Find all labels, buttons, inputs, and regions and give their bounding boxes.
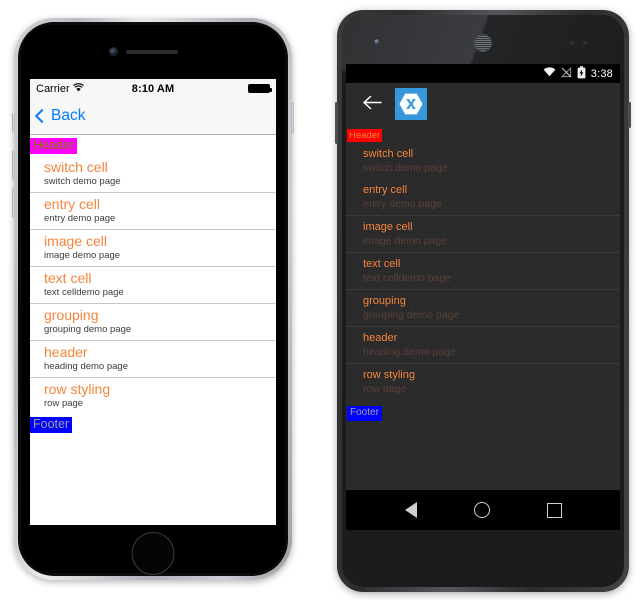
battery-charging-icon — [577, 65, 586, 82]
power-button[interactable] — [291, 102, 294, 134]
row-detail: switch demo page — [363, 162, 448, 174]
row-title: image cell — [363, 221, 413, 233]
row-detail: image demo page — [363, 235, 448, 247]
section-header-label: Header — [30, 138, 77, 154]
list-item[interactable]: grouping grouping demo page — [346, 289, 620, 326]
table-row[interactable]: entry cell entry demo page — [30, 193, 276, 230]
list-item[interactable]: image cell image demo page — [346, 215, 620, 252]
section-footer-label: Footer — [30, 417, 73, 433]
arrow-left-icon[interactable] — [363, 95, 382, 114]
xamarin-logo-icon — [395, 88, 427, 120]
chevron-left-icon — [34, 108, 50, 124]
table-row[interactable]: image cell image demo page — [30, 230, 276, 267]
section-header-label: Header — [347, 129, 383, 142]
row-title: row styling — [363, 369, 415, 381]
iphone-device-mockup: Carrier 8:10 AM Back Header switch cell … — [12, 18, 294, 580]
proximity-sensor-icon — [570, 41, 587, 45]
row-detail: row page — [44, 398, 84, 409]
row-title: text cell — [44, 270, 92, 286]
row-detail: text celldemo page — [44, 287, 124, 298]
row-title: header — [363, 332, 398, 344]
volume-down-button[interactable] — [12, 188, 15, 218]
earpiece-speaker-icon — [126, 50, 178, 54]
android-section-footer: Footer — [346, 400, 620, 421]
ios-table-view: Header switch cell switch demo page entr… — [30, 135, 276, 433]
volume-button[interactable] — [335, 102, 338, 144]
android-section-header: Header — [346, 125, 620, 143]
ios-navigation-bar: Back — [30, 98, 276, 135]
android-clock: 3:38 — [590, 67, 613, 80]
row-detail: entry demo page — [44, 213, 116, 224]
section-footer-label: Footer — [347, 406, 382, 421]
home-button[interactable] — [131, 532, 175, 575]
table-row[interactable]: text cell text celldemo page — [30, 267, 276, 304]
earpiece-speaker-icon — [475, 35, 491, 51]
row-detail: grouping demo page — [44, 324, 132, 335]
row-detail: heading demo page — [363, 346, 456, 358]
signal-no-sim-icon — [560, 66, 572, 81]
ios-section-footer: Footer — [30, 414, 276, 433]
table-row[interactable]: switch cell switch demo page — [30, 156, 276, 193]
row-detail: row page — [363, 383, 407, 395]
row-title: entry cell — [363, 184, 408, 196]
battery-full-icon — [248, 84, 272, 93]
row-title: switch cell — [44, 159, 108, 175]
list-item[interactable]: row styling row page — [346, 363, 620, 400]
back-button[interactable]: Back — [34, 107, 86, 125]
list-item[interactable]: header heading demo page — [346, 326, 620, 363]
silent-switch-button[interactable] — [12, 113, 15, 133]
row-detail: grouping demo page — [363, 309, 460, 321]
list-item[interactable]: switch cell switch demo page — [346, 143, 620, 179]
row-title: switch cell — [363, 148, 414, 160]
row-title: text cell — [363, 258, 401, 270]
nav-home-circle-icon[interactable] — [473, 502, 490, 518]
android-device-mockup: 3:38 Header switch cell switch demo page… — [335, 10, 631, 592]
row-title: entry cell — [44, 196, 101, 212]
table-row[interactable]: row styling row page — [30, 378, 276, 414]
front-camera-icon — [110, 48, 117, 55]
nav-recents-square-icon[interactable] — [546, 502, 562, 518]
android-status-bar: 3:38 — [346, 64, 620, 83]
ios-status-bar: Carrier 8:10 AM — [30, 79, 276, 98]
row-title: header — [44, 344, 88, 360]
ios-clock: 8:10 AM — [131, 82, 175, 95]
row-detail: text celldemo page — [363, 272, 452, 284]
row-detail: heading demo page — [44, 361, 128, 372]
list-item[interactable]: entry cell entry demo page — [346, 179, 620, 215]
row-title: grouping — [44, 307, 99, 323]
android-action-bar — [346, 83, 620, 125]
volume-up-button[interactable] — [12, 150, 15, 180]
row-detail: image demo page — [44, 250, 121, 261]
row-title: grouping — [363, 295, 406, 307]
row-title: row styling — [44, 381, 111, 397]
screenshot-root: Carrier 8:10 AM Back Header switch cell … — [0, 0, 641, 600]
list-item[interactable]: text cell text celldemo page — [346, 252, 620, 289]
row-detail: switch demo page — [44, 176, 121, 187]
ios-status-right — [248, 84, 272, 93]
nav-back-triangle-icon[interactable] — [404, 502, 417, 518]
back-button-label: Back — [51, 107, 86, 124]
wifi-icon — [543, 67, 556, 80]
ios-section-header: Header — [30, 135, 276, 156]
android-screen: 3:38 Header switch cell switch demo page… — [346, 64, 620, 530]
android-list-view: Header switch cell switch demo page entr… — [346, 125, 620, 421]
table-row[interactable]: grouping grouping demo page — [30, 304, 276, 341]
row-title: image cell — [44, 233, 108, 249]
android-navigation-bar — [346, 490, 620, 530]
row-detail: entry demo page — [363, 198, 442, 210]
front-camera-icon — [374, 39, 380, 45]
table-row[interactable]: header heading demo page — [30, 341, 276, 378]
ios-screen: Carrier 8:10 AM Back Header switch cell … — [30, 79, 276, 525]
power-button[interactable] — [628, 102, 631, 128]
